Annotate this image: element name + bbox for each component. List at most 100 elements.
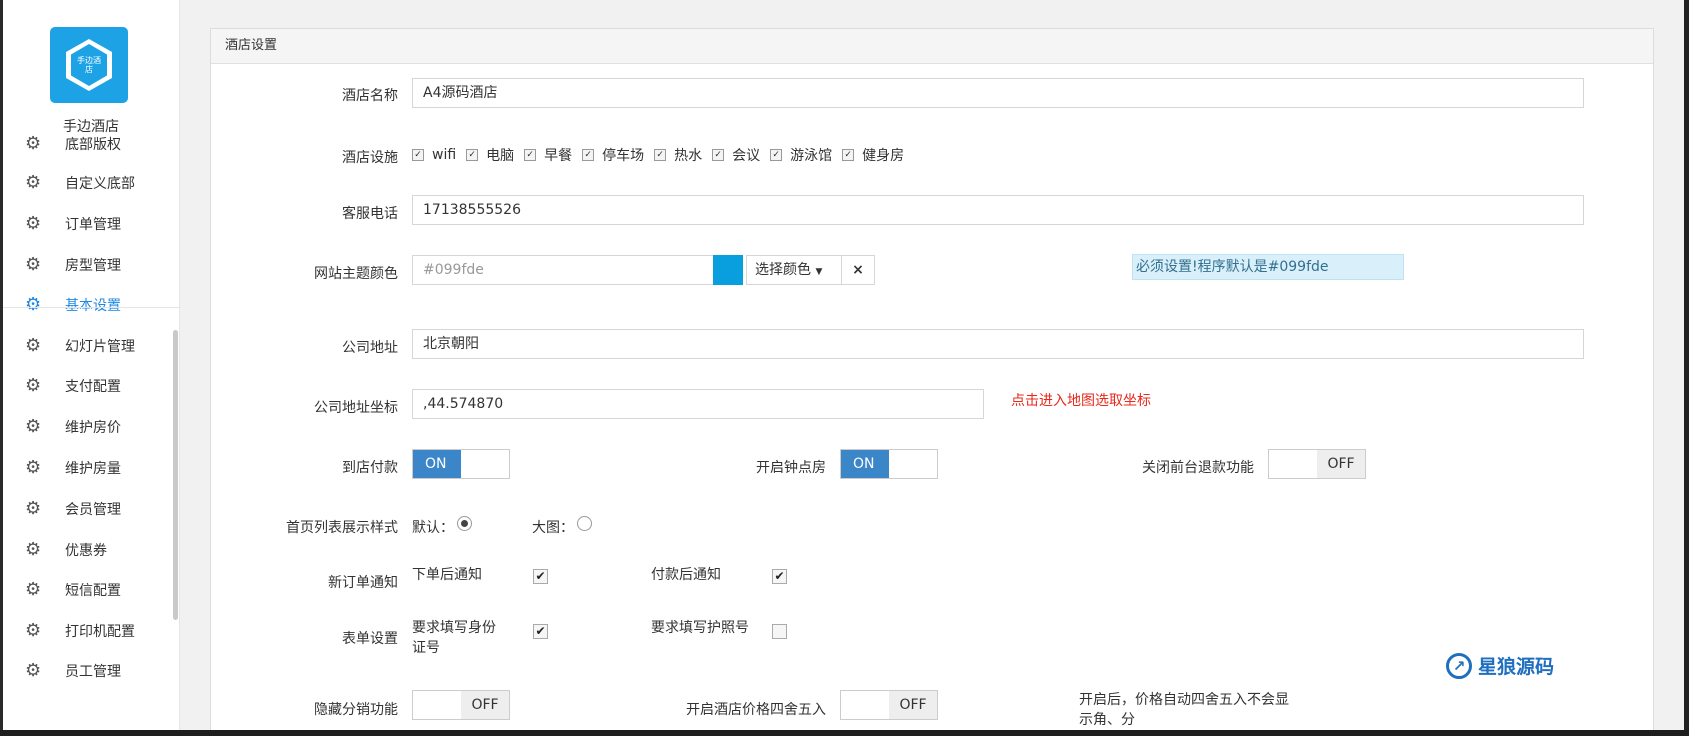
notify-on-order-checkbox[interactable]: ✔: [533, 569, 548, 584]
list-style-default-radio[interactable]: 默认：: [412, 515, 472, 537]
facility-pool-checkbox[interactable]: ✓ 游泳馆: [770, 145, 832, 165]
require-passport-label: 要求填写护照号: [651, 620, 749, 636]
hotel-name-input[interactable]: A4源码酒店: [412, 78, 1584, 108]
round-price-note: 开启后，价格自动四舍五入不会显示角、分: [1079, 692, 1289, 728]
checkbox-check-icon: ✓: [712, 149, 725, 161]
notify-on-payment-label: 付款后通知: [651, 567, 721, 583]
hourly-room-label: 开启钟点房: [756, 460, 826, 476]
refund-off-toggle[interactable]: OFF: [1268, 449, 1366, 479]
address-label: 公司地址: [342, 340, 398, 356]
theme-color-input[interactable]: #099fde: [412, 255, 714, 285]
sidebar-item-label: 维护房量: [65, 461, 121, 477]
checkbox-check-icon: ✓: [770, 149, 783, 161]
radio-label: 大图：: [532, 520, 574, 536]
sidebar-item-room-types[interactable]: ⚙ 房型管理: [3, 245, 179, 285]
facility-meeting-checkbox[interactable]: ✓ 会议: [712, 145, 760, 165]
select-color-label: 选择颜色: [755, 262, 811, 278]
hotel-name-label: 酒店名称: [342, 88, 398, 104]
facility-computer-checkbox[interactable]: ✓ 电脑: [466, 145, 514, 165]
notify-on-payment-checkbox[interactable]: ✔: [772, 569, 787, 584]
phone-label: 客服电话: [342, 206, 398, 222]
sidebar-item-basic-settings[interactable]: ⚙ 基本设置: [3, 285, 179, 325]
watermark-logo-icon: ↗: [1446, 652, 1472, 679]
sidebar-item-coupons[interactable]: ⚙ 优惠券: [3, 530, 179, 570]
hourly-room-toggle[interactable]: ON: [840, 449, 938, 479]
sidebar-item-room-stock[interactable]: ⚙ 维护房量: [3, 448, 179, 488]
sidebar-divider: [3, 307, 179, 308]
sidebar-item-orders[interactable]: ⚙ 订单管理: [3, 204, 179, 244]
form-settings-label: 表单设置: [342, 631, 398, 647]
sidebar-item-room-price[interactable]: ⚙ 维护房价: [3, 407, 179, 447]
sidebar-item-sms[interactable]: ⚙ 短信配置: [3, 570, 179, 610]
facility-wifi-checkbox[interactable]: ✓ wifi: [412, 147, 456, 163]
checkbox-check-icon: ✓: [842, 149, 855, 161]
sidebar-item-footer-copyright[interactable]: ⚙ 底部版权: [3, 124, 179, 164]
radio-icon: [577, 515, 592, 531]
clear-color-button[interactable]: ×: [841, 255, 875, 285]
select-color-dropdown[interactable]: 选择颜色 ▼: [746, 255, 842, 285]
gear-icon: ⚙: [25, 133, 42, 154]
gear-icon: ⚙: [25, 213, 42, 234]
check-icon: ✔: [535, 569, 546, 583]
new-order-notify-label: 新订单通知: [328, 575, 398, 591]
brand-logo: 手边酒店: [50, 27, 128, 103]
gear-icon: ⚙: [25, 294, 42, 315]
radio-label: 默认：: [412, 520, 454, 536]
list-style-large-radio[interactable]: 大图：: [532, 515, 592, 537]
sidebar-item-members[interactable]: ⚙ 会员管理: [3, 489, 179, 529]
sidebar-item-label: 维护房价: [65, 420, 121, 436]
sidebar-item-staff[interactable]: ⚙ 员工管理: [3, 651, 179, 691]
checkbox-label: wifi: [432, 147, 457, 163]
toggle-state: ON: [841, 450, 889, 478]
sidebar-item-slides[interactable]: ⚙ 幻灯片管理: [3, 326, 179, 366]
toggle-state: ON: [413, 450, 461, 478]
phone-input[interactable]: 17138555526: [412, 195, 1584, 225]
facilities-checkbox-group: ✓ wifi ✓ 电脑 ✓ 早餐 ✓ 停车场 ✓ 热水 ✓ 会议 ✓ 游泳馆 ✓ 健身房: [412, 145, 914, 165]
sidebar-item-label: 员工管理: [65, 664, 121, 680]
sidebar-item-label: 短信配置: [65, 583, 121, 599]
gear-icon: ⚙: [25, 579, 42, 600]
sidebar-item-custom-footer[interactable]: ⚙ 自定义底部: [3, 163, 179, 203]
round-price-label: 开启酒店价格四舍五入: [686, 702, 826, 718]
sidebar-item-label: 底部版权: [65, 137, 121, 153]
checkbox-label: 电脑: [486, 148, 515, 164]
pay-at-store-toggle[interactable]: ON: [412, 449, 510, 479]
require-id-checkbox[interactable]: ✔: [533, 624, 548, 639]
facility-breakfast-checkbox[interactable]: ✓ 早餐: [524, 145, 572, 165]
sidebar-item-label: 自定义底部: [65, 176, 135, 192]
map-pick-link[interactable]: 点击进入地图选取坐标: [1011, 390, 1151, 410]
coords-input[interactable]: ,44.574870: [412, 389, 984, 419]
theme-color-swatch[interactable]: [713, 255, 743, 285]
sidebar-item-label: 会员管理: [65, 502, 121, 518]
checkbox-check-icon: ✓: [654, 149, 667, 161]
checkbox-check-icon: ✓: [524, 149, 537, 161]
sidebar-item-payment[interactable]: ⚙ 支付配置: [3, 366, 179, 406]
facility-parking-checkbox[interactable]: ✓ 停车场: [582, 145, 644, 165]
radio-checked-icon: [457, 515, 472, 531]
caret-down-icon: ▼: [815, 267, 823, 277]
theme-color-label: 网站主题颜色: [314, 266, 398, 282]
sidebar-scrollbar[interactable]: [173, 330, 178, 620]
pay-at-store-label: 到店付款: [342, 460, 398, 476]
gear-icon: ⚙: [25, 660, 42, 681]
watermark: ↗ 星狼源码: [1446, 652, 1554, 679]
facility-gym-checkbox[interactable]: ✓ 健身房: [842, 145, 904, 165]
gear-icon: ⚙: [25, 375, 42, 396]
logo-text: 手边酒店: [71, 44, 107, 86]
toggle-state: OFF: [1317, 450, 1365, 478]
check-icon: ✔: [774, 569, 785, 583]
sidebar-item-printer[interactable]: ⚙ 打印机配置: [3, 611, 179, 651]
watermark-text: 星狼源码: [1478, 656, 1555, 678]
address-input[interactable]: 北京朝阳: [412, 329, 1584, 359]
window-frame-bottom: [0, 730, 1689, 736]
require-passport-checkbox[interactable]: [772, 624, 787, 639]
gear-icon: ⚙: [25, 620, 42, 641]
theme-color-hint: 必须设置!程序默认是#099fde: [1132, 254, 1404, 280]
hide-distribution-toggle[interactable]: OFF: [412, 690, 510, 720]
gear-icon: ⚙: [25, 254, 42, 275]
sidebar-item-label: 订单管理: [65, 217, 121, 233]
facility-hot-water-checkbox[interactable]: ✓ 热水: [654, 145, 702, 165]
notify-on-order-label: 下单后通知: [412, 567, 482, 583]
hide-distribution-label: 隐藏分销功能: [314, 702, 398, 718]
round-price-toggle[interactable]: OFF: [840, 690, 938, 720]
